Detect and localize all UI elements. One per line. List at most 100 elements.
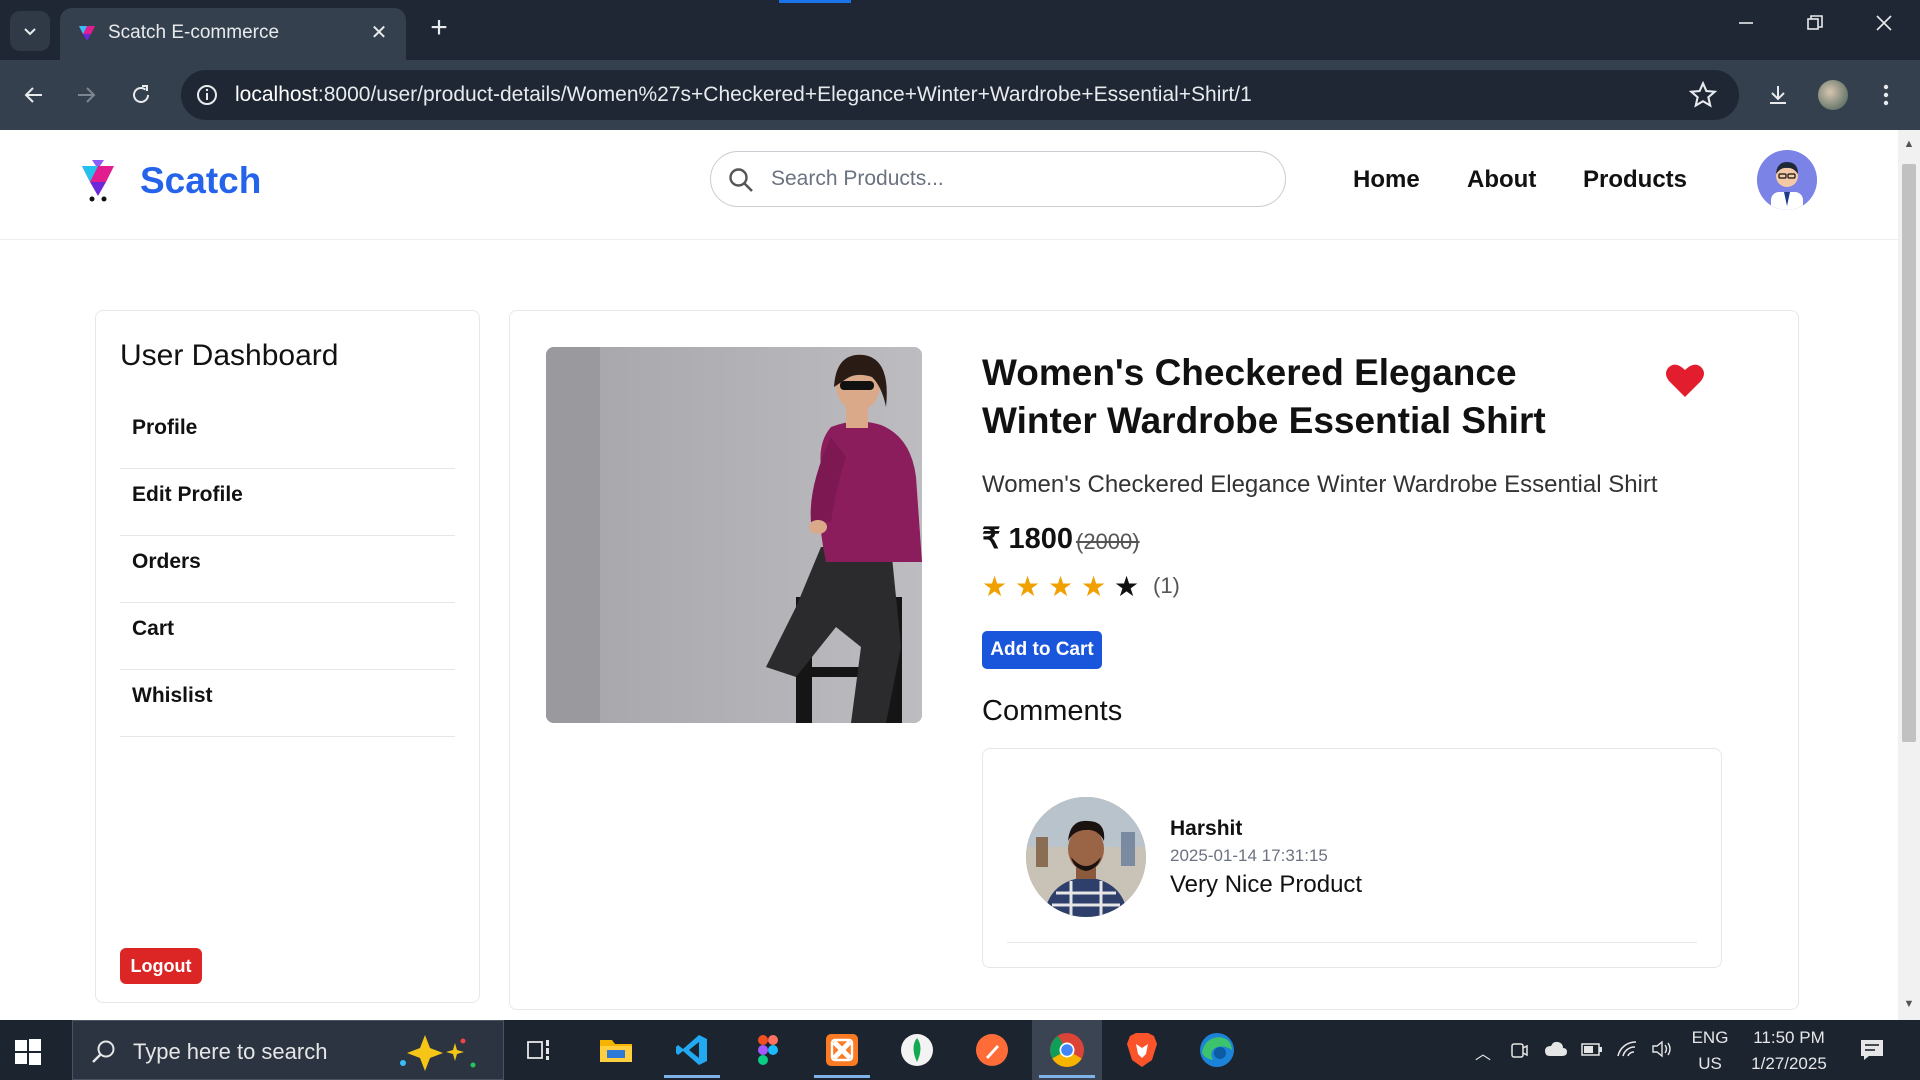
page-scrollbar[interactable]: ▲ ▼	[1898, 130, 1920, 1020]
nav-about[interactable]: About	[1467, 166, 1536, 194]
edge-icon	[1200, 1033, 1234, 1067]
postman-button[interactable]	[972, 1030, 1012, 1070]
logout-button[interactable]: Logout	[120, 948, 202, 984]
restore-button[interactable]	[1797, 14, 1833, 46]
profile-button[interactable]	[1815, 77, 1851, 113]
notifications-icon[interactable]	[1858, 1038, 1886, 1060]
brave-button[interactable]	[1122, 1030, 1162, 1070]
forward-button[interactable]	[68, 77, 104, 113]
product-description: Women's Checkered Elegance Winter Wardro…	[982, 471, 1658, 498]
url-host: localhost	[235, 83, 318, 106]
site-header: Scatch Home About Products	[0, 130, 1898, 240]
search-input[interactable]	[771, 160, 1271, 198]
product-original-price: (2000)	[1076, 529, 1140, 554]
file-explorer-button[interactable]	[596, 1030, 636, 1070]
sidebar-item-wishlist[interactable]: Whislist	[120, 683, 455, 737]
sidebar-item-edit-profile[interactable]: Edit Profile	[120, 482, 455, 536]
commenter-name: Harshit	[1170, 817, 1243, 840]
clock-time[interactable]: 11:50 PM	[1742, 1028, 1836, 1048]
address-bar[interactable]: localhost:8000/user/product-details/Wome…	[181, 70, 1739, 120]
browser-toolbar: localhost:8000/user/product-details/Wome…	[0, 60, 1920, 130]
new-tab-button[interactable]: +	[424, 13, 454, 44]
star-filled-icon: ★	[1081, 570, 1107, 602]
copilot-sparkle-icon	[400, 1035, 476, 1071]
product-photo-illustration	[546, 347, 922, 723]
star-empty-icon: ★	[1114, 570, 1140, 602]
back-button[interactable]	[16, 77, 52, 113]
url-text[interactable]: localhost:8000/user/product-details/Wome…	[235, 83, 1252, 107]
windows-start-icon[interactable]	[14, 1038, 42, 1066]
mongodb-compass-button[interactable]	[897, 1030, 937, 1070]
meet-now-icon[interactable]	[1508, 1040, 1530, 1060]
user-avatar-illustration	[1757, 150, 1817, 210]
wishlist-heart-icon[interactable]	[1665, 363, 1705, 399]
mongodb-icon	[901, 1034, 933, 1066]
nav-products[interactable]: Products	[1583, 166, 1687, 194]
user-avatar[interactable]	[1757, 150, 1817, 210]
star-filled-icon: ★	[982, 570, 1008, 602]
reload-button[interactable]	[123, 77, 159, 113]
commenter-avatar	[1026, 797, 1146, 917]
product-image	[546, 347, 922, 723]
postman-icon	[976, 1034, 1008, 1066]
reload-icon	[133, 85, 149, 103]
site-logo-text[interactable]: Scatch	[140, 160, 261, 202]
scroll-up-icon[interactable]: ▲	[1903, 138, 1915, 150]
minimize-icon	[1739, 22, 1753, 24]
product-title: Women's Checkered Elegance Winter Wardro…	[982, 352, 1546, 441]
chrome-button[interactable]	[1039, 1030, 1095, 1078]
scatch-logo-icon[interactable]	[78, 158, 118, 202]
browser-menu-button[interactable]	[1868, 77, 1904, 113]
page: Scatch Home About Products User Dashboar…	[0, 130, 1898, 1020]
figma-button[interactable]	[748, 1030, 788, 1070]
clock-date[interactable]: 1/27/2025	[1742, 1054, 1836, 1074]
profile-avatar	[1818, 80, 1848, 110]
restore-icon	[1807, 15, 1823, 30]
add-to-cart-button[interactable]: Add to Cart	[982, 631, 1102, 669]
sidebar-item-orders[interactable]: Orders	[120, 549, 455, 603]
star-filled-icon: ★	[1015, 570, 1041, 602]
close-tab-icon[interactable]: ✕	[366, 20, 392, 46]
scrollbar-thumb[interactable]	[1902, 164, 1916, 742]
show-hidden-icons-chevron-icon[interactable]: ︿	[1472, 1040, 1494, 1063]
language-indicator-top[interactable]: ENG	[1688, 1028, 1732, 1048]
tab-loading-indicator	[779, 0, 851, 3]
sidebar-item-profile[interactable]: Profile	[120, 415, 455, 469]
scroll-down-icon[interactable]: ▼	[1903, 998, 1915, 1010]
taskbar-search[interactable]: Type here to search	[72, 1020, 504, 1080]
comment-divider	[1007, 942, 1697, 943]
user-dashboard-sidebar: User Dashboard Profile Edit Profile Orde…	[95, 310, 480, 1003]
bookmark-star-icon[interactable]	[1689, 81, 1717, 109]
task-view-button[interactable]	[520, 1030, 560, 1070]
browser-tab[interactable]: Scatch E-commerce ✕	[60, 8, 406, 60]
onedrive-icon[interactable]	[1544, 1040, 1567, 1060]
url-path: :8000/user/product-details/Women%27s+Che…	[317, 83, 1252, 106]
product-rating: ★ ★ ★ ★ ★ (1)	[982, 569, 1180, 603]
close-window-button[interactable]	[1866, 14, 1902, 46]
wifi-icon[interactable]	[1616, 1040, 1638, 1060]
message-icon	[1861, 1040, 1883, 1060]
xampp-button[interactable]	[814, 1030, 870, 1078]
minimize-button[interactable]	[1728, 14, 1764, 46]
vscode-icon	[676, 1035, 707, 1065]
chevron-down-icon	[24, 28, 36, 36]
battery-icon[interactable]	[1580, 1040, 1602, 1060]
comment-card: Harshit 2025-01-14 17:31:15 Very Nice Pr…	[982, 748, 1722, 968]
tab-title: Scatch E-commerce	[108, 22, 280, 43]
site-info-icon[interactable]	[195, 83, 219, 107]
taskbar-search-text: Type here to search	[133, 1039, 328, 1064]
sidebar-item-cart[interactable]: Cart	[120, 616, 455, 670]
nav-home[interactable]: Home	[1353, 166, 1420, 194]
task-view-icon	[527, 1040, 549, 1060]
search-icon	[729, 168, 753, 192]
speaker-icon	[1652, 1040, 1671, 1058]
battery-charging-icon	[1581, 1043, 1602, 1056]
language-indicator-bottom[interactable]: US	[1688, 1054, 1732, 1074]
wifi-signal-icon	[1617, 1041, 1637, 1057]
brave-icon	[1127, 1033, 1157, 1067]
vscode-button[interactable]	[664, 1030, 720, 1078]
edge-button[interactable]	[1197, 1030, 1237, 1070]
tab-search-button[interactable]	[10, 11, 50, 51]
volume-icon[interactable]	[1651, 1040, 1673, 1060]
downloads-button[interactable]	[1760, 77, 1796, 113]
